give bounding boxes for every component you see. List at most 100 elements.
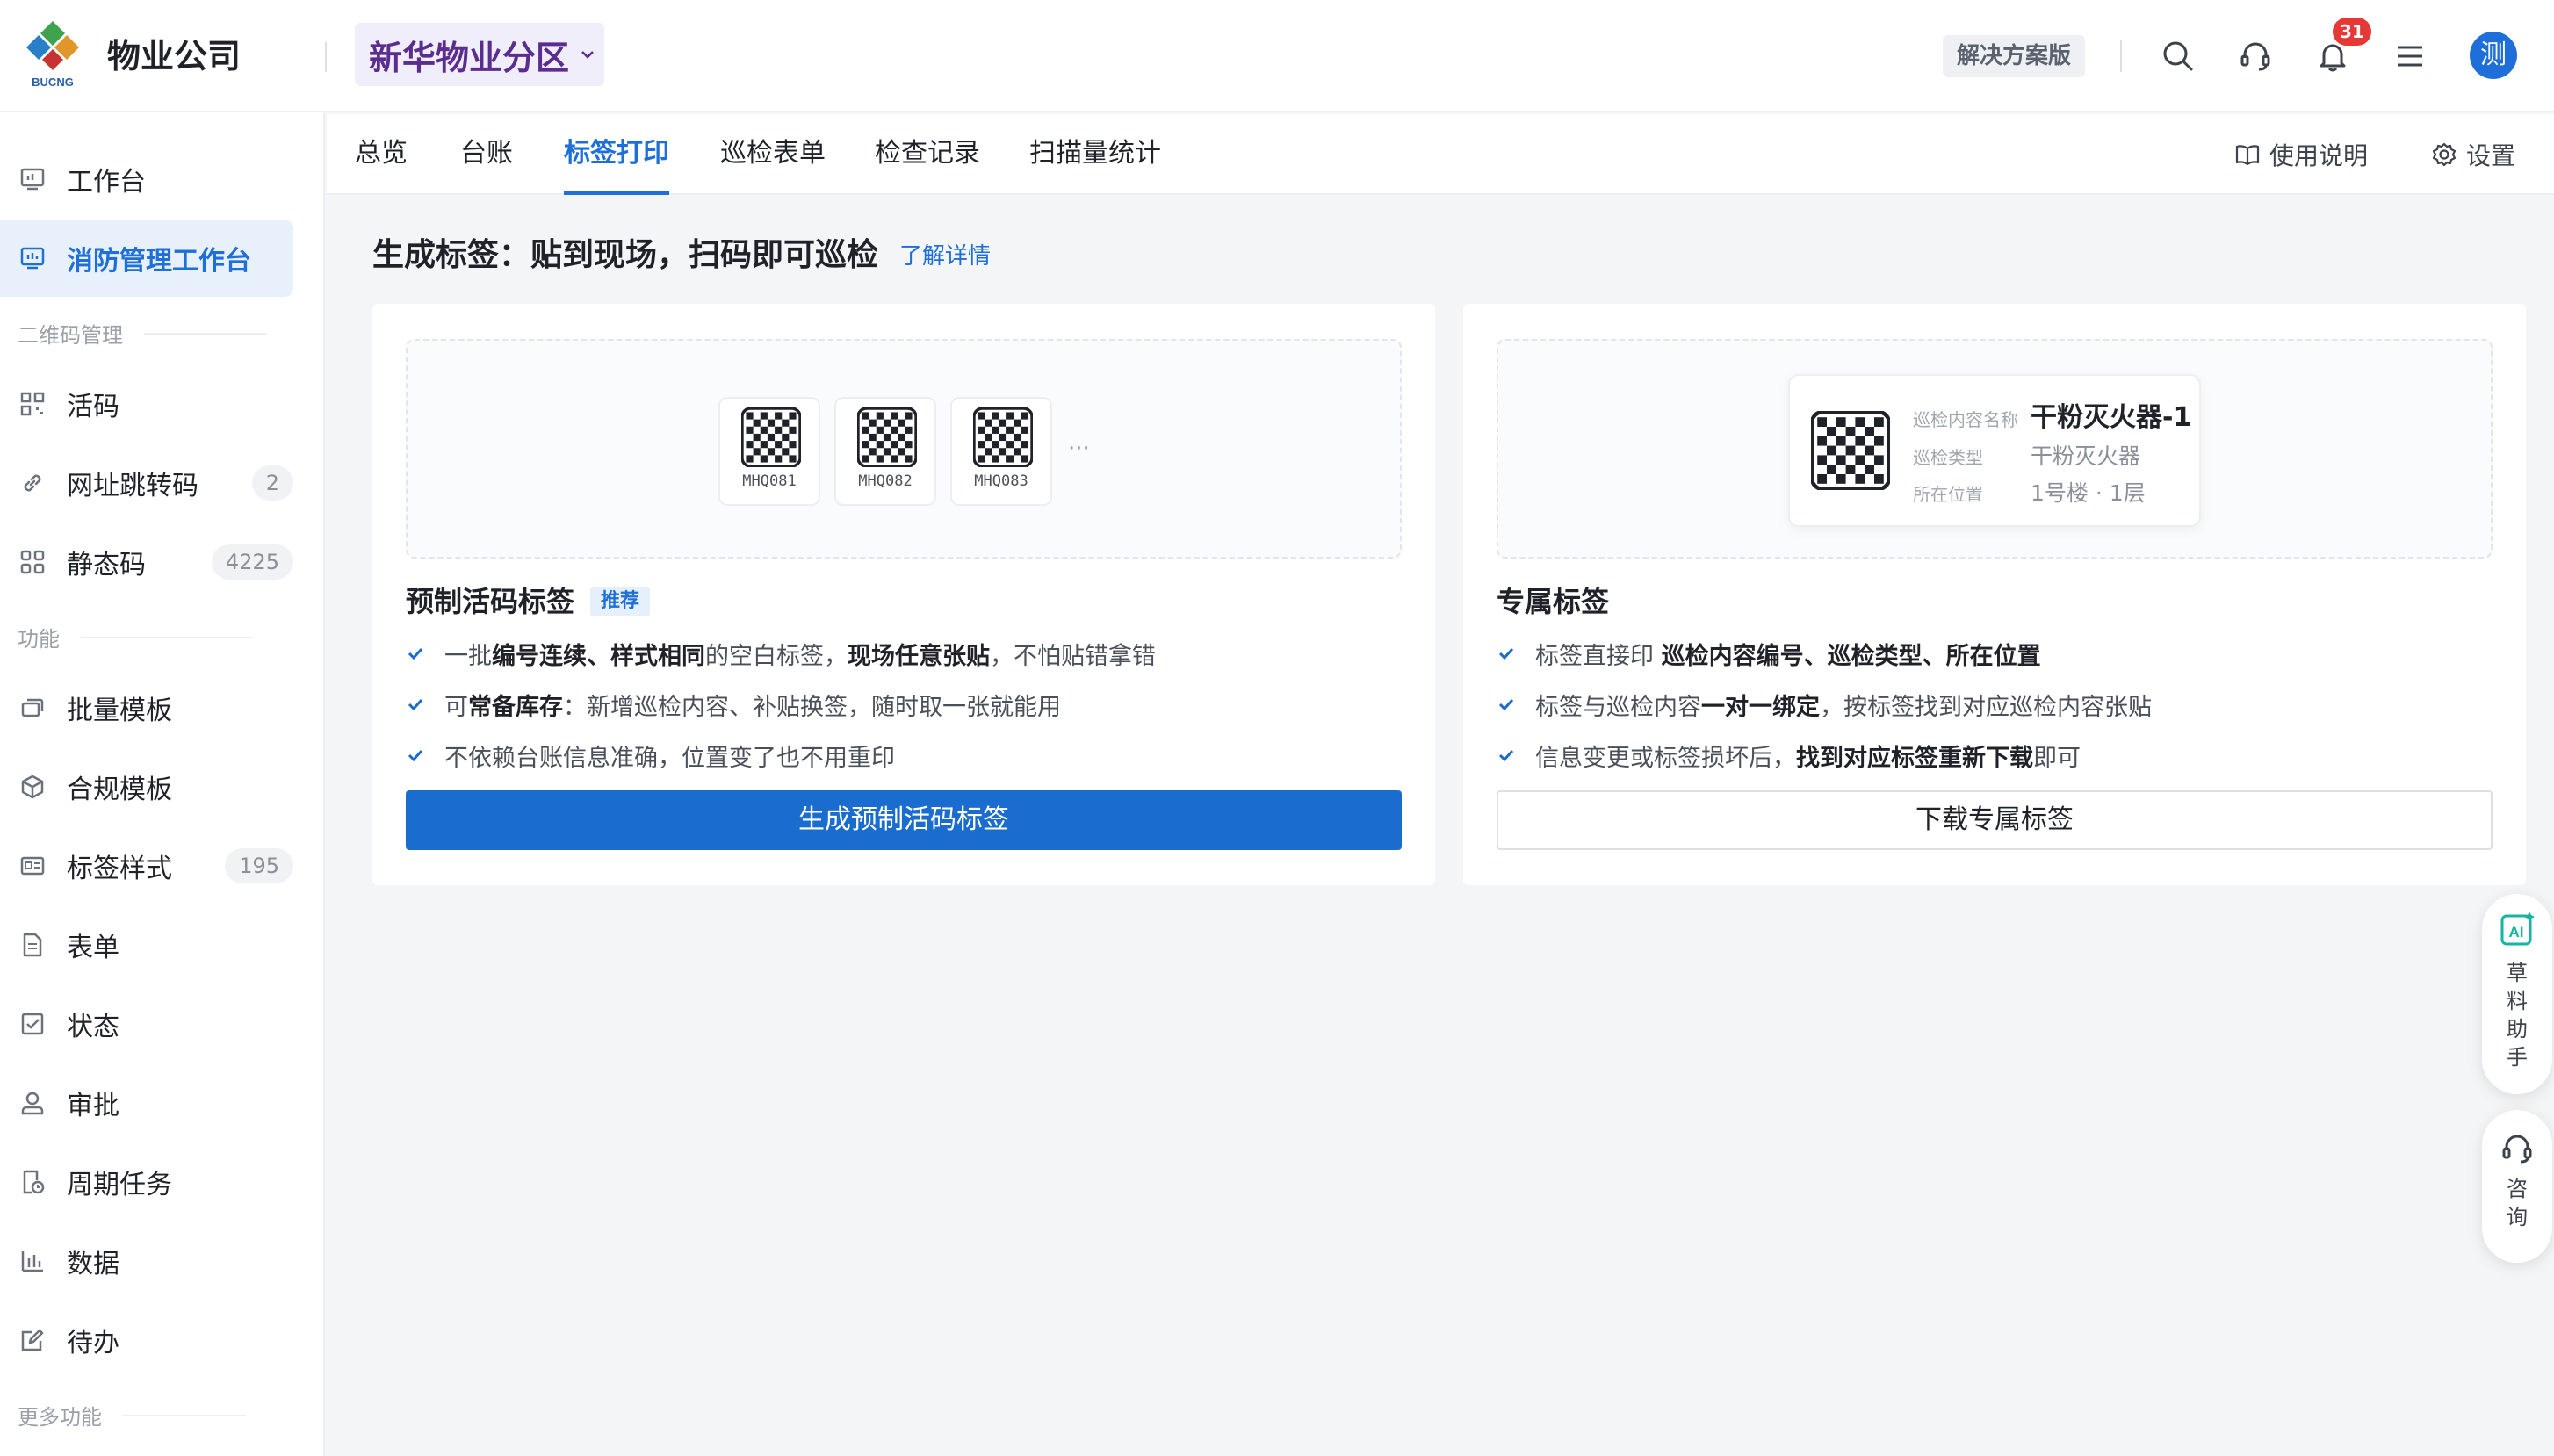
- top-header: BUCNG 物业公司 新华物业分区 解决方案版 31 测: [0, 0, 2554, 112]
- check-icon: [1498, 647, 1514, 660]
- document-icon: [18, 930, 47, 960]
- user-icon: [18, 1088, 47, 1118]
- headset-icon: [2502, 1135, 2532, 1164]
- count-badge: 2: [251, 465, 293, 501]
- sub-navigation: 总览 台账 标签打印 巡检表单 检查记录 扫描量统计 使用说明 设置: [327, 114, 2554, 195]
- sidebar-item-label: 审批: [67, 1091, 119, 1121]
- sidebar-item-static-code[interactable]: 静态码 4225: [0, 523, 293, 601]
- feature-bullet: 信息变更或标签损坏后，找到对应标签重新下载即可: [1497, 736, 2081, 775]
- sidebar-item-data[interactable]: 数据: [0, 1222, 293, 1300]
- dedicated-label-card: 巡检内容名称 干粉灭火器-1 巡检类型 干粉灭火器 所在位置 1号楼 · 1层 …: [1463, 304, 2526, 885]
- sidebar-item-label: 工作台: [67, 167, 146, 198]
- prefab-label-preview: MHQ081 MHQ082 MHQ083 ···: [406, 339, 1402, 559]
- sidebar-item-label-style[interactable]: 标签样式 195: [0, 827, 293, 905]
- sample-tag: MHQ082: [834, 397, 936, 506]
- sidebar-item-fire-workbench[interactable]: 消防管理工作台: [0, 220, 293, 297]
- settings-link[interactable]: 设置: [2431, 114, 2515, 195]
- bullet-text: 标签直接印 巡检内容编号、巡检类型、所在位置: [1535, 642, 2041, 670]
- sidebar-item-todo[interactable]: 待办: [0, 1301, 293, 1379]
- sample-tag: MHQ083: [950, 397, 1052, 506]
- check-icon: [408, 647, 423, 660]
- meta-location-row: 所在位置 1号楼 · 1层: [1913, 476, 2146, 508]
- search-icon[interactable]: [2157, 35, 2199, 77]
- meta-key: 所在位置: [1913, 484, 1983, 505]
- sidebar-item-url-redirect[interactable]: 网址跳转码 2: [0, 444, 293, 522]
- sidebar-item-compliance-template[interactable]: 合规模板: [0, 748, 293, 825]
- bullet-text: 一批编号连续、样式相同的空白标签，现场任意张贴，不怕贴错拿错: [444, 642, 1156, 670]
- sample-dedicated-tag: 巡检内容名称 干粉灭火器-1 巡检类型 干粉灭火器 所在位置 1号楼 · 1层: [1788, 374, 2201, 527]
- bullet-text: 标签与巡检内容一对一绑定，按标签找到对应巡检内容张贴: [1535, 693, 2152, 721]
- consult-button[interactable]: 咨询: [2482, 1110, 2552, 1263]
- more-indicator: ···: [1068, 436, 1090, 462]
- sidebar-item-approval[interactable]: 审批: [0, 1064, 293, 1142]
- sidebar-item-periodic-task[interactable]: 周期任务: [0, 1143, 293, 1221]
- company-logo[interactable]: BUCNG: [25, 19, 81, 90]
- feature-bullet: 一批编号连续、样式相同的空白标签，现场任意张贴，不怕贴错拿错: [406, 634, 1156, 673]
- notification-badge: 31: [2333, 18, 2371, 46]
- sidebar-item-label: 活码: [67, 392, 119, 422]
- sample-tag: MHQ081: [718, 397, 820, 506]
- card-title-text: 预制活码标签: [406, 585, 575, 618]
- sample-tag-code: MHQ083: [974, 472, 1028, 490]
- ai-assistant-label: 草料助手: [2507, 961, 2528, 1070]
- sample-tag-code: MHQ082: [858, 472, 913, 490]
- sidebar-item-workbench[interactable]: 工作台: [0, 141, 293, 218]
- meta-value: 1号楼 · 1层: [2031, 480, 2146, 506]
- download-dedicated-button[interactable]: 下载专属标签: [1497, 790, 2493, 850]
- monitor-icon: [18, 243, 47, 273]
- sidebar-item-form[interactable]: 表单: [0, 906, 293, 984]
- sidebar-item-label: 表单: [67, 933, 119, 963]
- tab-overview[interactable]: 总览: [355, 114, 408, 195]
- bullet-text: 不依赖台账信息准确，位置变了也不用重印: [444, 744, 895, 772]
- sidebar-item-status[interactable]: 状态: [0, 985, 293, 1063]
- sidebar-item-label: 静态码: [67, 550, 146, 580]
- page-title: 生成标签：贴到现场，扫码即可巡检: [372, 237, 879, 273]
- sidebar-item-label: 周期任务: [67, 1170, 172, 1200]
- sidebar-item-batch-template[interactable]: 批量模板: [0, 669, 293, 746]
- card-title-text: 专属标签: [1497, 585, 1610, 618]
- menu-icon[interactable]: [2389, 35, 2431, 77]
- tab-scan-stats[interactable]: 扫描量统计: [1029, 114, 1161, 195]
- headset-icon[interactable]: [2234, 35, 2276, 77]
- help-label: 使用说明: [2269, 141, 2369, 170]
- sidebar-item-label: 标签样式: [67, 854, 172, 884]
- tab-check-records[interactable]: 检查记录: [875, 114, 980, 195]
- avatar[interactable]: 测: [2470, 32, 2517, 79]
- generate-prefab-button[interactable]: 生成预制活码标签: [406, 790, 1402, 850]
- task-clock-icon: [18, 1167, 47, 1197]
- sidebar-item-label: 数据: [67, 1249, 119, 1279]
- gear-icon: [2432, 142, 2457, 167]
- meta-value: 干粉灭火器-1: [2031, 402, 2192, 433]
- learn-more-link[interactable]: 了解详情: [899, 241, 991, 272]
- meta-key: 巡检类型: [1913, 447, 1983, 468]
- checkbox-icon: [18, 1009, 47, 1039]
- tab-ledger[interactable]: 台账: [460, 114, 513, 195]
- prefab-label-card: MHQ081 MHQ082 MHQ083 ··· 预制活码标签 推荐 一批编号连…: [372, 304, 1435, 885]
- meta-key: 巡检内容名称: [1913, 409, 2018, 430]
- meta-value: 干粉灭火器: [2031, 443, 2141, 469]
- copy-icon: [18, 693, 47, 723]
- bar-chart-icon: [18, 1246, 47, 1276]
- sidebar-item-live-code[interactable]: 活码: [0, 365, 293, 443]
- chevron-down-icon: [581, 51, 594, 59]
- tab-label-print[interactable]: 标签打印: [564, 114, 669, 195]
- tab-inspection-form[interactable]: 巡检表单: [720, 114, 826, 195]
- recommend-tag: 推荐: [590, 587, 651, 616]
- help-link[interactable]: 使用说明: [2234, 114, 2368, 195]
- qrcode-icon: [18, 389, 47, 419]
- bullet-text: 信息变更或标签损坏后，找到对应标签重新下载即可: [1535, 744, 2081, 772]
- ai-icon: AI: [2500, 912, 2535, 946]
- org-name: 新华物业分区: [369, 38, 570, 77]
- card-title: 预制活码标签 推荐: [406, 581, 651, 622]
- org-switcher[interactable]: 新华物业分区: [355, 23, 604, 86]
- edit-icon: [18, 1325, 47, 1355]
- edition-badge[interactable]: 解决方案版: [1943, 35, 2085, 77]
- settings-label: 设置: [2466, 141, 2516, 170]
- id-card-icon: [18, 851, 47, 881]
- ai-assistant-button[interactable]: AI 草料助手: [2482, 894, 2552, 1094]
- feature-bullet: 可常备库存：新增巡检内容、补贴换签，随时取一张就能用: [406, 685, 1061, 724]
- company-name: 物业公司: [107, 37, 242, 76]
- check-icon: [408, 698, 423, 711]
- count-badge: 4225: [211, 544, 293, 580]
- sidebar-group-qrcode: 二维码管理: [18, 318, 267, 349]
